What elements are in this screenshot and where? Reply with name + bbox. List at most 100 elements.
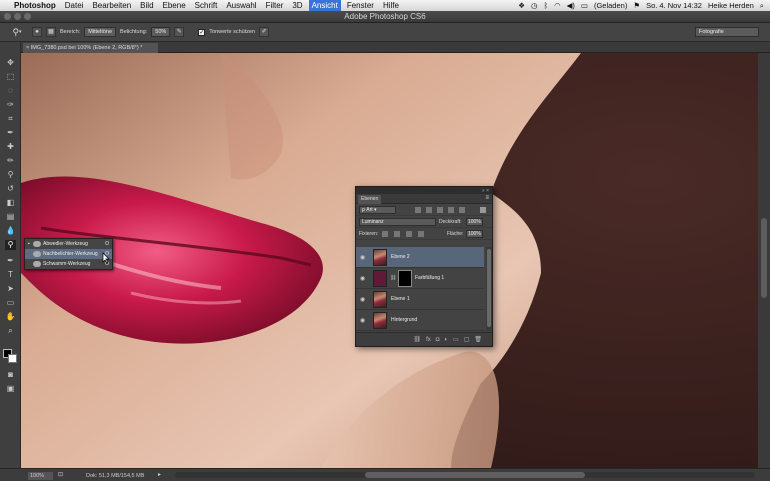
filter-toggle-icon[interactable] <box>480 207 486 213</box>
protect-tones-checkbox[interactable]: ✓ <box>198 28 206 36</box>
user-name[interactable]: Heike Herden <box>708 0 754 11</box>
history-brush-tool-icon[interactable]: ↺ <box>5 184 16 194</box>
gradient-tool-icon[interactable]: ▤ <box>5 212 16 222</box>
collapse-panel-icon[interactable]: » × <box>482 188 489 194</box>
eyedropper-tool-icon[interactable]: ✒ <box>5 128 16 138</box>
filter-pixel-icon[interactable] <box>415 207 421 213</box>
healing-tool-icon[interactable]: ✚ <box>5 142 16 152</box>
opacity-input[interactable]: 100% <box>466 218 483 226</box>
link-layers-icon[interactable]: ⛓ <box>413 336 421 343</box>
clock[interactable]: So. 4. Nov 14:32 <box>646 0 702 11</box>
menu-filter[interactable]: Filter <box>266 0 284 11</box>
zoom-field[interactable]: 100% <box>28 472 53 480</box>
menu-bearbeiten[interactable]: Bearbeiten <box>92 0 131 11</box>
stamp-tool-icon[interactable]: ⚲ <box>5 170 16 180</box>
crop-tool-icon[interactable]: ⌗ <box>5 114 16 124</box>
brush-panel-icon[interactable]: ▦ <box>46 27 56 37</box>
quick-mask-icon[interactable]: ◙ <box>5 370 16 380</box>
add-mask-icon[interactable]: ◘ <box>436 337 440 343</box>
menu-ansicht[interactable]: Ansicht <box>308 0 341 11</box>
visibility-eye-icon[interactable]: ◉ <box>360 296 365 303</box>
wifi-icon[interactable]: ◠ <box>554 0 561 11</box>
document-info[interactable]: Dok: 51,3 MB/154,5 MB <box>86 472 144 480</box>
close-window-button[interactable] <box>4 13 11 20</box>
tab-layers[interactable]: Ebenen <box>358 195 382 204</box>
visibility-eye-icon[interactable]: ◉ <box>360 254 365 261</box>
filter-shape-icon[interactable] <box>448 207 454 213</box>
burn-tool-icon[interactable]: ⚲ <box>5 240 16 250</box>
app-menu[interactable]: Photoshop <box>14 0 56 11</box>
blend-mode-select[interactable]: Luminanz <box>359 218 436 226</box>
volume-icon[interactable]: ◀) <box>567 0 575 11</box>
layers-scrollbar[interactable] <box>486 247 492 331</box>
path-select-tool-icon[interactable]: ➤ <box>5 284 16 294</box>
info-icon[interactable]: ⊡ <box>58 471 63 478</box>
new-layer-icon[interactable]: ▢ <box>464 336 470 343</box>
pen-tool-icon[interactable]: ✒ <box>5 256 16 266</box>
panel-header[interactable]: » × <box>356 187 492 194</box>
filter-kind-select[interactable]: ρ Art ▾ <box>359 206 396 214</box>
pressure-size-icon[interactable]: ✐ <box>259 27 270 37</box>
sync-icon[interactable]: ◷ <box>531 0 538 11</box>
visibility-eye-icon[interactable]: ◉ <box>360 275 365 282</box>
canvas-horizontal-scrollbar[interactable] <box>175 472 755 478</box>
lock-all-icon[interactable] <box>418 231 424 237</box>
layer-hintergrund[interactable]: ◉ Hintergrund <box>356 310 484 331</box>
menu-schrift[interactable]: Schrift <box>195 0 218 11</box>
panel-menu-icon[interactable]: ≡ <box>485 195 489 201</box>
tool-preset-picker[interactable]: ⚲ ▾ <box>6 26 28 39</box>
brush-size-picker[interactable]: ● <box>32 27 42 37</box>
eraser-tool-icon[interactable]: ◧ <box>5 198 16 208</box>
airbrush-icon[interactable]: ✎ <box>174 27 185 37</box>
zoom-tool-icon[interactable]: ⌕ <box>5 326 16 336</box>
dropbox-icon[interactable]: ❖ <box>518 0 525 11</box>
lock-pixels-icon[interactable] <box>394 231 400 237</box>
flyout-item-burn[interactable]: Nachbelichter-Werkzeug O <box>25 249 112 259</box>
scrollbar-thumb[interactable] <box>761 218 767 298</box>
flag-icon[interactable]: ⚑ <box>633 0 640 11</box>
filter-type-icon[interactable] <box>437 207 443 213</box>
range-select[interactable]: Mitteltöne <box>84 27 117 37</box>
minimize-window-button[interactable] <box>14 13 21 20</box>
scrollbar-thumb[interactable] <box>365 472 585 478</box>
layer-farbfuellung-1[interactable]: ◉ ⛓ Farbfüllung 1 <box>356 268 484 289</box>
quick-select-tool-icon[interactable]: ✑ <box>5 100 16 110</box>
menu-datei[interactable]: Datei <box>65 0 84 11</box>
layer-style-icon[interactable]: fx <box>426 337 431 343</box>
exposure-input[interactable]: 50% <box>151 27 171 37</box>
status-menu-arrow-icon[interactable]: ▸ <box>158 471 161 478</box>
screen-mode-icon[interactable]: ▣ <box>5 384 16 394</box>
bluetooth-icon[interactable]: ᛒ <box>544 0 549 11</box>
flyout-item-dodge[interactable]: ▪ Abwedler-Werkzeug O <box>25 239 112 249</box>
menu-auswahl[interactable]: Auswahl <box>226 0 256 11</box>
brush-tool-icon[interactable]: ✏ <box>5 156 16 166</box>
menu-hilfe[interactable]: Hilfe <box>383 0 399 11</box>
new-group-icon[interactable]: ▭ <box>453 336 459 343</box>
adjustment-layer-icon[interactable]: ◐ <box>444 337 448 343</box>
spotlight-icon[interactable]: ⌕ <box>760 0 764 11</box>
move-tool-icon[interactable]: ✥ <box>5 58 16 68</box>
shape-tool-icon[interactable]: ▭ <box>5 298 16 308</box>
delete-layer-icon[interactable]: 🗑 <box>474 336 482 343</box>
layer-ebene-1[interactable]: ◉ Ebene 1 <box>356 289 484 310</box>
lock-transparency-icon[interactable] <box>382 231 388 237</box>
hand-tool-icon[interactable]: ✋ <box>5 312 16 322</box>
canvas-vertical-scrollbar[interactable] <box>758 53 770 468</box>
workspace-switcher[interactable]: Fotografie <box>695 27 759 37</box>
visibility-eye-icon[interactable]: ◉ <box>360 317 365 324</box>
type-tool-icon[interactable]: T <box>5 270 16 280</box>
lasso-tool-icon[interactable]: ◌ <box>5 86 16 96</box>
marquee-tool-icon[interactable]: ⬚ <box>5 72 16 82</box>
filter-adjustment-icon[interactable] <box>426 207 432 213</box>
background-color-swatch[interactable] <box>8 354 17 363</box>
menu-3d[interactable]: 3D <box>292 0 302 11</box>
blur-tool-icon[interactable]: 💧 <box>5 226 16 236</box>
battery-icon[interactable]: ▭ <box>581 0 588 11</box>
menu-bild[interactable]: Bild <box>140 0 153 11</box>
lock-position-icon[interactable] <box>406 231 412 237</box>
flyout-item-sponge[interactable]: Schwamm-Werkzeug O <box>25 259 112 269</box>
filter-smart-object-icon[interactable] <box>459 207 465 213</box>
scrollbar-thumb[interactable] <box>487 249 491 327</box>
document-tab[interactable]: × IMG_7380.psd bei 100% (Ebene 2, RGB/8*… <box>23 43 158 53</box>
zoom-window-button[interactable] <box>24 13 31 20</box>
